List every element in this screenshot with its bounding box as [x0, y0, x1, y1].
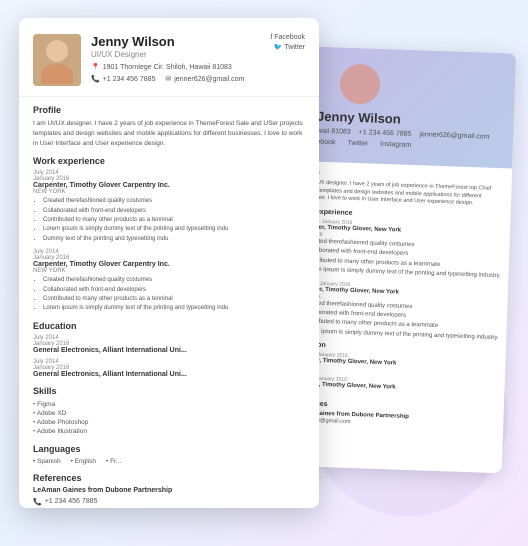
- front-address-row: 📍 1901 Thornlege Cir. Shiloh, Hawaii 810…: [91, 63, 260, 71]
- front-address: 1901 Thornlege Cir. Shiloh, Hawaii 81083: [103, 64, 232, 71]
- ref-phone-icon: 📞: [33, 498, 42, 506]
- back-ref-entry-1: LaAman Gaines from Dubone Partnership ✉ …: [289, 410, 497, 432]
- social-facebook: f Facebook: [270, 34, 305, 41]
- skills-list: Figma Adobe XD Adobe Photoshop Adobe Ill…: [33, 400, 305, 436]
- resume-container: Jenny Wilson 404 Thornlege Dr. Shiloh, H…: [19, 18, 509, 528]
- front-info: Jenny Wilson UI/UX Designer 📍 1901 Thorn…: [91, 34, 260, 83]
- profile-section-title: Profile: [33, 105, 305, 115]
- edu-entry-2: July 2014 January 2016 General Electroni…: [33, 359, 305, 378]
- front-job-title: UI/UX Designer: [91, 50, 260, 59]
- back-social-instagram: Instagram: [380, 141, 411, 149]
- back-profile-text: I am UI/UX designer. I have 2 years of j…: [297, 179, 506, 209]
- lang-english: • English: [71, 458, 96, 465]
- back-socials: Facebook Twitter Instagram: [305, 138, 412, 149]
- lang-spanish: • Spanish: [33, 458, 61, 465]
- front-phone-row: 📞 +1 234 456 7885 ✉ jenner626@gmail.com: [91, 75, 260, 83]
- front-name: Jenny Wilson: [91, 34, 260, 49]
- work-entry-1: July 2014 January 2016 Carpenter, Timoth…: [33, 170, 305, 243]
- front-phone: +1 234 456 7885: [103, 76, 156, 83]
- profile-text: I am UI/UX designer. I have 2 years of j…: [33, 119, 305, 148]
- ref-entry-1: LeAman Gaines from Dubone Partnership 📞 …: [33, 487, 305, 508]
- back-social-twitter: Twitter: [347, 140, 368, 148]
- lang-french: • Fr...: [106, 458, 121, 465]
- work-section-title: Work experience: [33, 156, 305, 166]
- ref-phone: +1 234 456 7885: [45, 498, 98, 505]
- edu-section-title: Education: [33, 321, 305, 331]
- work-entry-2: July 2014 January 2016 Carpenter, Timoth…: [33, 249, 305, 313]
- resume-front-card: Jenny Wilson UI/UX Designer 📍 1901 Thorn…: [19, 18, 319, 508]
- back-phone: +1 234 456 7885: [359, 129, 412, 138]
- skill-item-xd: Adobe XD: [33, 409, 305, 418]
- front-email: jenner626@gmail.com: [174, 76, 244, 83]
- back-edu-entry-1: July 2014 - January 2016 Carpenter, Timo…: [291, 351, 500, 377]
- skills-section-title: Skills: [33, 386, 305, 396]
- skill-item-illustration: Adobe Illustration: [33, 427, 305, 436]
- front-body: Profile I am UI/UX designer. I have 2 ye…: [19, 97, 319, 508]
- back-work-entry-1: July 2014 - January 2016 Carpenter, Timo…: [294, 218, 504, 281]
- back-name: Jenny Wilson: [317, 109, 401, 127]
- email-icon: ✉: [165, 75, 171, 83]
- front-social: f Facebook 🐦 Twitter: [270, 34, 305, 51]
- back-edu-entry-2: July 2014 - January 2016 Carpenter, Timo…: [290, 375, 499, 401]
- back-email: jenner626@gmail.com: [419, 131, 489, 140]
- edu-entry-1: July 2014 January 2016 General Electroni…: [33, 335, 305, 354]
- skill-item-photoshop: Adobe Photoshop: [33, 418, 305, 427]
- languages-row: • Spanish • English • Fr...: [33, 458, 305, 465]
- back-work-entry-2: July 2014 - January 2016 Carpenter, Timo…: [292, 280, 502, 343]
- front-header: Jenny Wilson UI/UX Designer 📍 1901 Thorn…: [19, 18, 319, 97]
- skill-item-figma: Figma: [33, 400, 305, 409]
- ref-section-title: References: [33, 473, 305, 483]
- back-avatar: [339, 63, 380, 104]
- front-avatar: [33, 34, 81, 86]
- social-twitter: 🐦 Twitter: [274, 43, 305, 51]
- location-icon: 📍: [91, 63, 100, 71]
- lang-section-title: Languages: [33, 444, 305, 454]
- phone-icon: 📞: [91, 75, 100, 83]
